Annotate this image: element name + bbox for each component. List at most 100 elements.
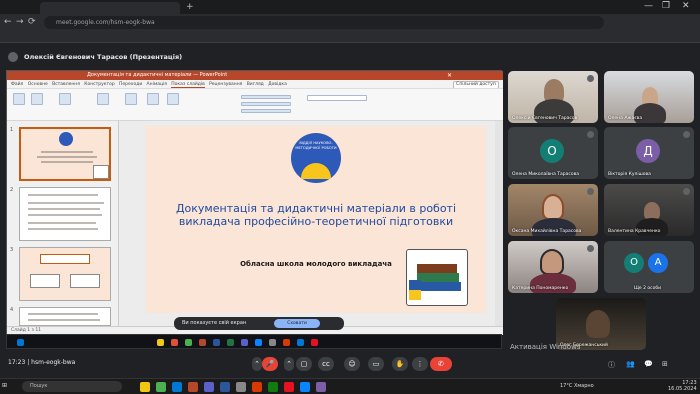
ribbon-checkbox[interactable] [241,102,291,106]
ribbon-button[interactable] [97,93,109,105]
reactions-button[interactable]: ☺ [344,357,360,371]
taskbar-clock[interactable]: 17:23 16.05.2024 [668,380,697,392]
logo-sun [301,163,331,179]
chrome-icon[interactable] [185,339,192,346]
mic-toggle-button[interactable]: 🎤 [262,357,278,371]
participant-tile[interactable]: Д Вікторія Кулішова [604,127,694,179]
ribbon-tab[interactable]: Вставлення [52,82,80,87]
back-icon[interactable]: ← [4,17,12,27]
thumb-logo [59,132,73,146]
participant-tile[interactable]: О Олена Миколаївна Тарасова [508,127,598,179]
ribbon-checkbox[interactable] [241,95,291,99]
camera-options-button[interactable]: ⌃ [284,357,294,371]
participant-name: Олена Ажаєва [608,116,643,121]
more-options-button[interactable]: ⋮ [412,357,428,371]
app-icon[interactable] [236,382,246,392]
ribbon-tab[interactable]: Основне [28,82,48,87]
weather-tray[interactable]: 17°C Хмарно [560,383,594,389]
participant-tile[interactable]: Валентина Кравченко [604,184,694,236]
ribbon-button[interactable] [59,93,71,105]
url-field[interactable]: meet.google.com/hsm-eogk-bwa [44,16,604,29]
app-icon[interactable] [311,339,318,346]
participant-tile[interactable]: Олена Ажаєва [604,71,694,123]
ribbon-tab[interactable]: Анімація [147,82,167,87]
folder-icon[interactable] [157,339,164,346]
app-icon[interactable] [300,382,310,392]
ribbon-tab-active[interactable]: Показ слайдів [171,82,205,88]
ribbon-dropdown[interactable] [307,95,367,101]
teams-icon[interactable] [241,339,248,346]
ribbon-button[interactable] [147,93,159,105]
close-window-button[interactable]: ✕ [682,1,690,11]
captions-button[interactable]: cc [318,357,334,371]
app-icon[interactable] [252,382,262,392]
hide-sharing-button[interactable]: Сховати [274,319,320,328]
slide-thumbnail[interactable] [19,127,111,181]
windows-start-icon[interactable]: ⊞ [2,382,7,389]
edge-icon[interactable] [297,339,304,346]
app-icon[interactable] [316,382,326,392]
ribbon-button[interactable] [13,93,25,105]
windows-start-icon[interactable] [17,339,24,346]
ribbon-tab[interactable]: Довідка [268,82,287,87]
participant-avatar: Д [636,139,660,163]
teams-icon[interactable] [204,382,214,392]
shared-screen: Документація та дидактичні матеріали — P… [6,70,503,335]
ribbon-tab[interactable]: Вигляд [247,82,264,87]
activities-icon[interactable]: ⊞ [662,360,668,368]
word-icon[interactable] [213,339,220,346]
chat-icon[interactable]: 💬 [644,360,653,368]
ppt-ribbon [7,89,503,121]
powerpoint-icon[interactable] [199,339,206,346]
browser-tab[interactable] [40,2,180,14]
powerpoint-icon[interactable] [188,382,198,392]
present-button[interactable]: ▭ [368,357,384,371]
explorer-icon[interactable] [140,382,150,392]
new-tab-icon[interactable]: + [186,2,194,12]
minimize-button[interactable]: — [644,1,653,11]
share-button[interactable]: Спільний доступ [453,81,499,88]
app-icon[interactable] [269,339,276,346]
ribbon-checkbox[interactable] [241,109,291,113]
slide-thumbnail[interactable] [19,187,111,241]
participant-avatar: О [540,139,564,163]
word-icon[interactable] [220,382,230,392]
forward-icon[interactable]: → [16,17,24,27]
department-logo: ВІДДІЛ НАУКОВО-МЕТОДИЧНОЇ РОБОТИ [291,133,341,183]
app-icon[interactable] [284,382,294,392]
participant-tile[interactable]: Катерина Пономаренко [508,241,598,293]
app-icon[interactable] [268,382,278,392]
ribbon-tab[interactable]: Переходи [119,82,142,87]
mic-muted-icon [683,131,690,138]
ribbon-tab[interactable]: Файл [11,82,23,87]
participant-tile-group[interactable]: О А Ще 2 особи [604,241,694,293]
participant-tile[interactable]: Оксана Михайлівна Тарасова [508,184,598,236]
ribbon-tab[interactable]: Рецензування [209,82,242,87]
ppt-window-title: Документація та дидактичні матеріали — P… [87,72,228,78]
vertical-scrollbar[interactable] [495,121,503,326]
info-icon[interactable]: ⓘ [608,360,615,370]
raise-hand-button[interactable]: ✋ [392,357,408,371]
camera-toggle-button[interactable]: ▢ [296,357,312,371]
ribbon-button[interactable] [31,93,43,105]
participant-tile[interactable]: Олексій Євгенович Тарасов [508,71,598,123]
slide-thumbnail[interactable] [19,247,111,301]
app-icon[interactable] [171,339,178,346]
leave-call-button[interactable]: ✆ [430,357,452,371]
edge-icon[interactable] [172,382,182,392]
ribbon-tab[interactable]: Конструктор [84,82,114,87]
app-icon[interactable] [283,339,290,346]
people-icon[interactable]: 👥 [626,360,635,368]
thumb-number: 4 [10,307,14,313]
slide-thumbnail[interactable] [19,307,111,326]
ribbon-button[interactable] [167,93,179,105]
taskbar-search[interactable]: Пошук [22,381,122,392]
excel-icon[interactable] [227,339,234,346]
ppt-close-icon[interactable]: ✕ [447,71,452,80]
reload-icon[interactable]: ⟳ [28,17,36,27]
mic-options-button[interactable]: ⌃ [252,357,262,371]
chrome-icon[interactable] [156,382,166,392]
maximize-button[interactable]: ❐ [662,1,670,11]
zoom-icon[interactable] [255,339,262,346]
ribbon-button[interactable] [125,93,137,105]
